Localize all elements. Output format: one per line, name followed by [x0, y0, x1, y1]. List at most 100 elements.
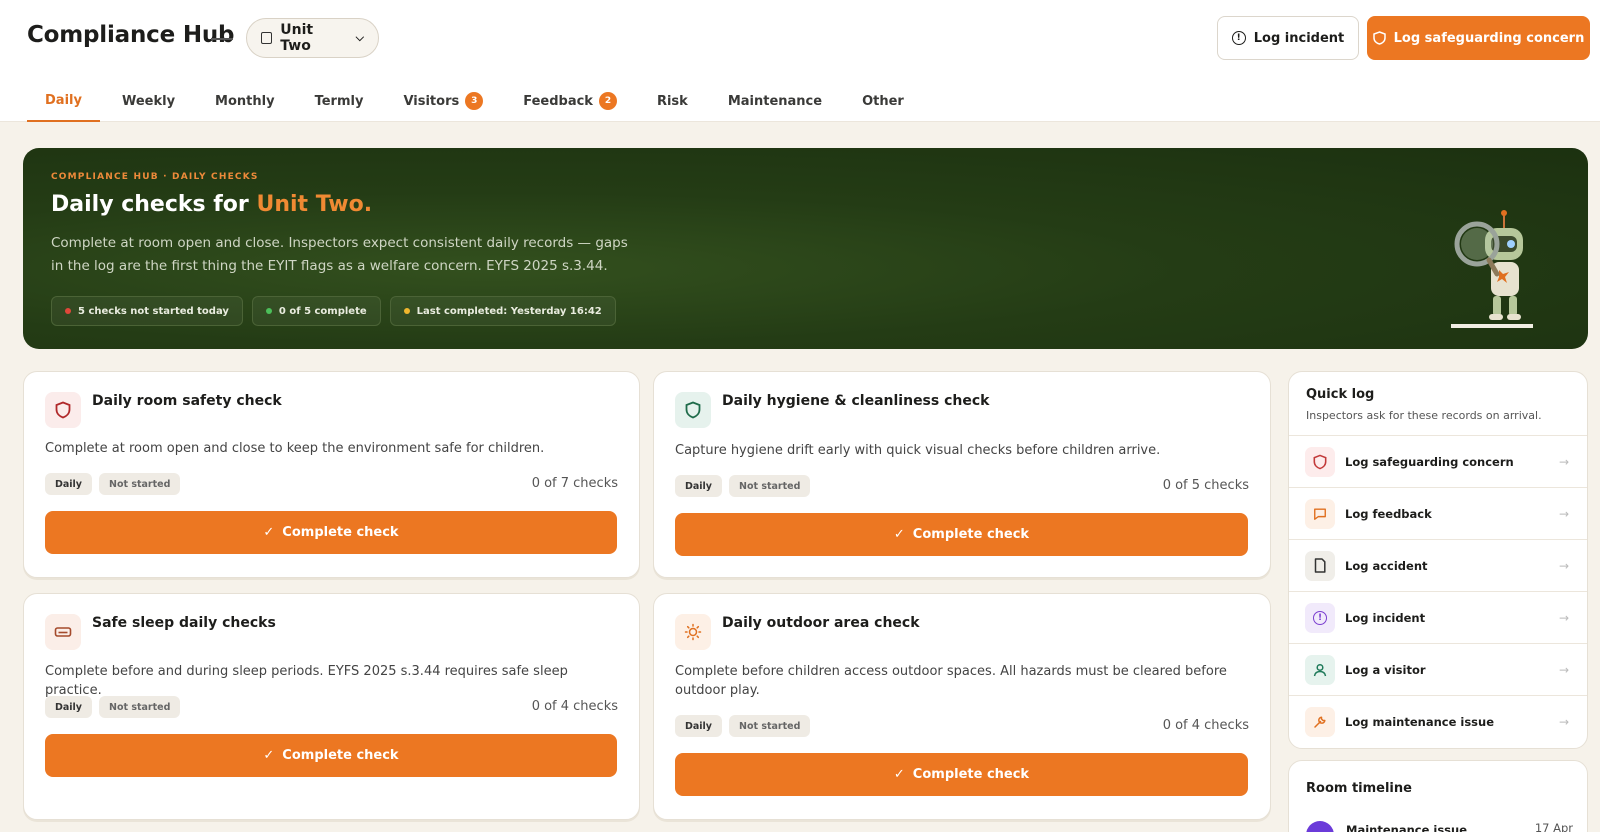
tab-termly[interactable]: Termly — [297, 80, 382, 122]
complete-check-label: Complete check — [282, 748, 399, 763]
status-dot — [65, 308, 71, 314]
bed-icon — [45, 614, 81, 650]
robot-mascot-illustration — [1451, 210, 1533, 328]
status-badge: Not started — [729, 475, 811, 497]
card-description: Capture hygiene drift early with quick v… — [675, 443, 1161, 458]
arrow-right-icon: → — [1559, 662, 1570, 677]
hero-status-chips: 5 checks not started today 0 of 5 comple… — [51, 296, 616, 326]
tab-label: Weekly — [121, 93, 176, 109]
hero-banner: COMPLIANCE HUB · DAILY CHECKS Daily chec… — [23, 148, 1588, 349]
log-safeguarding-button[interactable]: Log safeguarding concern — [1367, 16, 1590, 60]
quick-log-feedback[interactable]: Log feedback → — [1289, 487, 1587, 539]
card-title: Daily outdoor area check — [722, 615, 920, 631]
status-dot — [403, 308, 410, 314]
log-incident-label: Log incident — [1253, 30, 1345, 46]
chat-icon — [1305, 498, 1335, 529]
frequency-badge: Daily — [45, 696, 93, 718]
log-incident-button[interactable]: ! Log incident — [1217, 16, 1359, 60]
room-timeline-title: Room timeline — [1306, 781, 1412, 796]
check-icon: ✓ — [893, 767, 905, 782]
status-chip-complete: 0 of 5 complete — [251, 296, 381, 326]
check-card-safe-sleep: Safe sleep daily checks Complete before … — [23, 593, 640, 820]
status-badge: Not started — [99, 696, 181, 718]
tab-label: Monthly — [215, 93, 275, 109]
hero-description: Complete at room open and close. Inspect… — [51, 235, 628, 274]
top-bar: Compliance Hub Unit Two ⌵ ! Log incident… — [0, 0, 1600, 122]
tab-label: Risk — [656, 93, 688, 109]
quick-log-label: Log maintenance issue — [1345, 714, 1495, 729]
tab-label: Termly — [314, 93, 364, 109]
check-progress: 0 of 4 checks — [531, 699, 618, 714]
quick-log-label: Log feedback — [1345, 506, 1432, 521]
status-chip-last-completed: Last completed: Yesterday 16:42 — [389, 296, 616, 326]
complete-check-button[interactable]: ✓ Complete check — [45, 734, 617, 777]
tab-monthly[interactable]: Monthly — [197, 80, 293, 122]
quick-log-label: Log accident — [1345, 558, 1428, 573]
title-separator — [211, 38, 233, 40]
person-icon — [1305, 654, 1335, 685]
hero-title-prefix: Daily checks for — [51, 192, 249, 217]
quick-log-safeguarding[interactable]: Log safeguarding concern → — [1289, 435, 1587, 487]
quick-log-label: Log safeguarding concern — [1345, 454, 1514, 469]
card-description: Complete before children access outdoor … — [675, 664, 1227, 698]
hero-kicker: COMPLIANCE HUB · DAILY CHECKS — [51, 172, 259, 182]
quick-log-label: Log incident — [1345, 610, 1426, 625]
room-icon — [261, 32, 273, 44]
check-progress: 0 of 7 checks — [531, 476, 618, 491]
tab-maintenance[interactable]: Maintenance — [710, 80, 840, 122]
arrow-right-icon: → — [1559, 610, 1570, 625]
tab-risk[interactable]: Risk — [639, 80, 706, 122]
shield-icon — [1305, 446, 1335, 477]
timeline-item-title[interactable]: Maintenance issue — [1346, 823, 1467, 832]
complete-check-button[interactable]: ✓ Complete check — [45, 511, 617, 554]
frequency-badge: Daily — [45, 473, 93, 495]
check-icon: ✓ — [893, 527, 905, 542]
app-title: Compliance Hub — [27, 22, 235, 48]
unit-selector[interactable]: Unit Two ⌵ — [246, 18, 379, 58]
quick-log-maintenance[interactable]: Log maintenance issue → — [1289, 695, 1587, 747]
tab-other[interactable]: Other — [844, 80, 922, 122]
quick-log-visitor[interactable]: Log a visitor → — [1289, 643, 1587, 695]
tab-visitors[interactable]: Visitors 3 — [385, 80, 501, 122]
document-icon — [1305, 550, 1335, 581]
complete-check-button[interactable]: ✓ Complete check — [675, 753, 1248, 796]
quick-log-accident[interactable]: Log accident → — [1289, 539, 1587, 591]
status-badge: Not started — [99, 473, 181, 495]
quick-log-incident[interactable]: ! Log incident → — [1289, 591, 1587, 643]
status-chip-not-started: 5 checks not started today — [51, 296, 243, 326]
tab-label: Visitors — [403, 93, 460, 109]
chip-label: Last completed: Yesterday 16:42 — [416, 305, 602, 317]
chevron-down-icon: ⌵ — [355, 31, 364, 44]
complete-check-label: Complete check — [912, 527, 1030, 542]
complete-check-button[interactable]: ✓ Complete check — [675, 513, 1248, 556]
complete-check-label: Complete check — [282, 525, 399, 540]
tab-label: Maintenance — [727, 93, 823, 109]
room-timeline-panel: Room timeline Maintenance issue 17 Apr — [1288, 760, 1588, 832]
card-title: Safe sleep daily checks — [92, 615, 276, 631]
quick-log-subtitle: Inspectors ask for these records on arri… — [1306, 409, 1542, 422]
log-safeguarding-label: Log safeguarding concern — [1393, 30, 1585, 46]
sun-icon — [675, 614, 711, 650]
tab-label: Other — [862, 93, 904, 109]
check-progress: 0 of 5 checks — [1162, 478, 1249, 493]
check-card-outdoor-area: Daily outdoor area check Complete before… — [653, 593, 1271, 820]
alert-icon: ! — [1231, 31, 1246, 45]
frequency-badge: Daily — [675, 715, 723, 737]
timeline-item-date: 17 Apr — [1534, 821, 1573, 832]
shield-icon — [1372, 31, 1386, 45]
tab-label: Daily — [45, 92, 82, 108]
quick-log-panel: Quick log Inspectors ask for these recor… — [1288, 371, 1588, 749]
check-card-hygiene: Daily hygiene & cleanliness check Captur… — [653, 371, 1271, 578]
tab-bar: Daily Weekly Monthly Termly Visitors 3 Fe… — [27, 80, 926, 122]
chip-label: 5 checks not started today — [78, 305, 229, 317]
tab-daily[interactable]: Daily — [27, 80, 100, 122]
wrench-icon — [1305, 706, 1335, 737]
check-card-room-safety: Daily room safety check Complete at room… — [23, 371, 640, 578]
tab-label: Feedback — [523, 93, 593, 109]
card-description: Complete before and during sleep periods… — [45, 664, 568, 698]
tab-weekly[interactable]: Weekly — [104, 80, 193, 122]
arrow-right-icon: → — [1559, 558, 1570, 573]
hero-title-unit: Unit Two. — [256, 192, 373, 217]
tab-feedback[interactable]: Feedback 2 — [505, 80, 635, 122]
shield-icon — [675, 392, 711, 428]
